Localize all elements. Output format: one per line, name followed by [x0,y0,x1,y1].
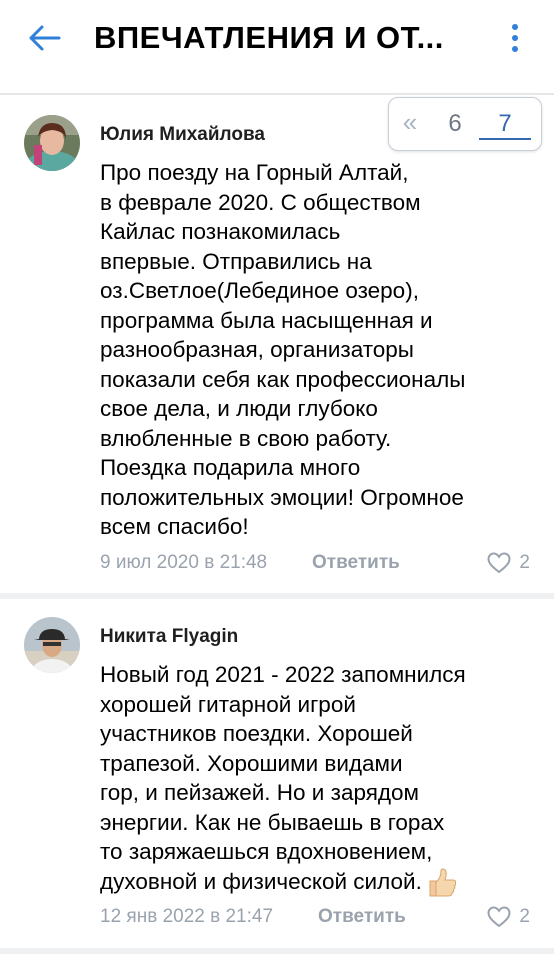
pagination-page-6[interactable]: 6 [435,110,475,140]
comment-text-line: Поездка подарила много [100,455,361,480]
app-header: ВПЕЧАТЛЕНИЯ И ОТ... [0,0,554,78]
comment-text-line: показали себя как профессионалы [100,366,466,392]
comment-divider [0,948,554,954]
comment-text-line: трапезой. Хорошими видами [100,750,403,776]
comment-text-line: Про поезду на Горный Алтай, [100,160,409,185]
heart-icon [487,906,511,928]
pagination-page-7-current[interactable]: 7 [485,110,525,140]
vertical-dots-icon [512,24,518,30]
comment-item: Юлия Михайлова Про поезду на Горный Алта… [0,95,554,590]
comment-text-line: энергии. Как не бываешь в горах [100,809,445,835]
like-button[interactable]: 2 [487,551,530,575]
like-button[interactable]: 2 [487,905,530,929]
comment-text-line: то заряжаешься вдохновением, [100,839,433,864]
pagination-current-indicator [479,138,531,140]
comment-text-line: программа была насыщенная и [100,307,433,333]
comment-text-line: Новый год 2021 - 2022 запомнился [100,662,466,687]
comment-text-line: хорошей гитарной игрой [100,691,356,717]
more-options-button[interactable] [506,18,524,58]
comment-text-line: разнообразная, организаторы [100,337,414,362]
comment-text-line: впервые. Отправились на [100,248,372,274]
comment-text-line: гор, и пейзажей. Но и зарядом [100,780,420,805]
comment-text: Про поезду на Горный Алтай, в феврале 20… [100,158,520,542]
like-count: 2 [519,552,530,573]
arrow-left-icon [29,25,61,51]
comment-text-line: оз.Светлое(Лебединое озеро), [100,278,419,303]
comment-author[interactable]: Юлия Михайлова [100,123,265,147]
avatar[interactable] [24,115,80,171]
reply-button[interactable]: Ответить [318,905,406,929]
page-title: ВПЕЧАТЛЕНИЯ И ОТ... [94,20,444,55]
comment-text-line: в феврале 2020. С обществом [100,189,421,215]
pagination: « 6 7 [388,97,542,151]
comment-date: 12 янв 2022 в 21:47 [100,906,274,927]
heart-icon [487,552,511,574]
comment-text-line: влюбленные в свою работу. [100,425,392,451]
avatar[interactable] [24,617,80,673]
comment-text: Новый год 2021 - 2022 запомнился хорошей… [100,660,520,898]
comment-text-line: Кайлас познакомилась [100,219,341,244]
comment-text-line: всем спасибо! [100,514,249,539]
reply-button[interactable]: Ответить [312,551,400,575]
pagination-prev-button[interactable]: « [395,106,425,140]
comment-text-line: участников поездки. Хорошей [100,721,413,746]
comment-item: Никита Flyagin Новый год 2021 - 2022 зап… [0,599,554,949]
comment-date: 9 июл 2020 в 21:48 [100,552,268,573]
like-count: 2 [519,906,530,927]
thumbs-up-icon [429,868,456,897]
comment-text-line: свое дела, и люди глубоко [100,396,378,421]
comment-text-line: положительных эмоции! Огромное [100,484,464,510]
back-button[interactable] [22,18,68,58]
comment-author[interactable]: Никита Flyagin [100,625,238,649]
comments-page: ВПЕЧАТЛЕНИЯ И ОТ... Юлия Михайлова Про п… [0,0,554,960]
comment-text-line: духовной и физической силой. [100,868,422,894]
